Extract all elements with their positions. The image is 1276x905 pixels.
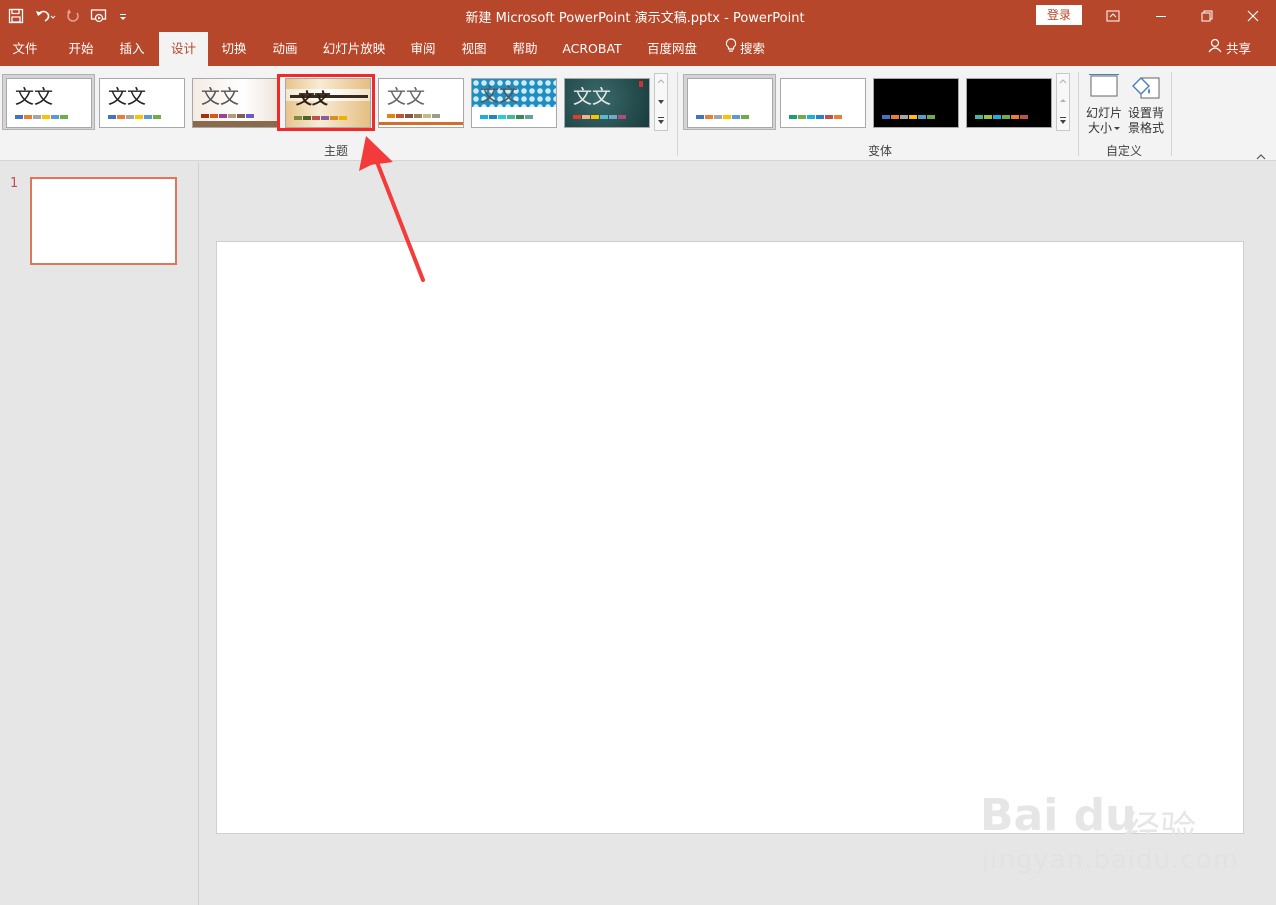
theme-sample-text: 文文 xyxy=(573,86,612,108)
theme-sample-text: 文文 xyxy=(108,86,147,108)
group-separator xyxy=(1171,72,1172,156)
theme-color-bars xyxy=(15,115,68,119)
gallery-arrows-icon xyxy=(657,79,665,124)
login-button[interactable]: 登录 xyxy=(1036,5,1082,25)
theme-color-bars xyxy=(387,114,440,118)
search-label: 搜索 xyxy=(739,41,765,56)
tab-acrobat[interactable]: ACROBAT xyxy=(556,32,628,66)
highlight-box xyxy=(277,74,375,131)
theme-color-bars xyxy=(108,115,161,119)
tab-home[interactable]: 开始 xyxy=(56,32,106,66)
theme-sample-text: 文文 xyxy=(480,84,519,106)
customize-group-label: 自定义 xyxy=(1105,144,1142,158)
tab-help[interactable]: 帮助 xyxy=(500,32,550,66)
theme-organic[interactable]: 文文 xyxy=(378,78,464,128)
format-background-button[interactable]: 设置背 景格式 xyxy=(1126,72,1166,136)
dropdown-arrow-icon xyxy=(1114,126,1120,130)
ribbon-tabs: 文件 开始 插入 设计 切换 动画 幻灯片放映 审阅 视图 帮助 ACROBAT… xyxy=(0,32,1276,66)
tell-me-search[interactable]: 搜索 xyxy=(718,32,772,66)
variant-color-bars xyxy=(882,115,935,119)
slide-size-button[interactable]: 幻灯片 大小 xyxy=(1084,72,1124,136)
collapse-ribbon-icon[interactable] xyxy=(1255,146,1267,165)
watermark-logo: Bai du xyxy=(980,790,1137,841)
variant-color-bars xyxy=(789,115,842,119)
slide-size-label-2: 大小 xyxy=(1087,121,1112,135)
theme-dark-teal[interactable]: 文文 xyxy=(564,78,650,128)
variant-1[interactable] xyxy=(687,78,773,128)
format-background-icon xyxy=(1132,77,1160,99)
theme-sample-text: 文文 xyxy=(387,86,426,108)
wood-strip xyxy=(193,121,277,127)
theme-red-marker xyxy=(639,81,643,87)
variant-3[interactable] xyxy=(873,78,959,128)
ribbon-display-options-icon[interactable] xyxy=(1090,0,1136,32)
group-separator xyxy=(1078,72,1079,156)
close-icon[interactable] xyxy=(1230,0,1276,32)
themes-group-label: 主题 xyxy=(323,144,348,158)
theme-color-bars xyxy=(573,115,626,119)
share-label: 共享 xyxy=(1226,41,1252,56)
slide-size-label: 幻灯片 xyxy=(1085,106,1122,120)
slide-thumbnail[interactable] xyxy=(30,177,177,265)
tab-transitions[interactable]: 切换 xyxy=(209,32,259,66)
theme-sample-text: 文文 xyxy=(201,86,240,108)
tab-baidu-netdisk[interactable]: 百度网盘 xyxy=(640,32,704,66)
variant-color-bars xyxy=(696,115,749,119)
theme-pattern-blue[interactable]: 文文 xyxy=(471,78,557,128)
person-icon xyxy=(1208,32,1222,66)
format-background-label-2: 景格式 xyxy=(1127,121,1164,135)
theme-color-bars xyxy=(201,114,254,118)
title-bar: 新建 Microsoft PowerPoint 演示文稿.pptx - Powe… xyxy=(0,0,1276,32)
theme-sample-text: 文文 xyxy=(15,86,54,108)
tab-review[interactable]: 审阅 xyxy=(398,32,448,66)
restore-icon[interactable] xyxy=(1184,0,1230,32)
variants-gallery-scroll[interactable] xyxy=(1056,73,1070,131)
theme-office[interactable]: 文文 xyxy=(6,78,92,128)
themes-gallery-scroll[interactable] xyxy=(654,73,668,131)
share-button[interactable]: 共享 xyxy=(1208,32,1251,66)
tab-slideshow[interactable]: 幻灯片放映 xyxy=(314,32,394,66)
gallery-arrows-icon xyxy=(1059,79,1067,124)
tab-file[interactable]: 文件 xyxy=(0,32,50,66)
slide-size-icon xyxy=(1089,74,1119,97)
minimize-icon[interactable] xyxy=(1138,0,1184,32)
variants-group-label: 变体 xyxy=(867,144,892,158)
tab-insert[interactable]: 插入 xyxy=(107,32,157,66)
theme-wood[interactable]: 文文 xyxy=(192,78,278,128)
lightbulb-icon xyxy=(725,32,737,66)
theme-office-2[interactable]: 文文 xyxy=(99,78,185,128)
tab-design[interactable]: 设计 xyxy=(159,32,208,66)
theme-color-bars xyxy=(480,115,533,119)
slides-pane xyxy=(0,162,199,905)
variant-color-bars xyxy=(975,115,1028,119)
group-separator xyxy=(677,72,678,156)
variant-2[interactable] xyxy=(780,78,866,128)
tab-view[interactable]: 视图 xyxy=(449,32,499,66)
slide-number: 1 xyxy=(10,176,19,191)
tab-animations[interactable]: 动画 xyxy=(260,32,310,66)
format-background-label: 设置背 xyxy=(1127,106,1164,120)
variant-4[interactable] xyxy=(966,78,1052,128)
watermark-url: jingyan.baidu.com xyxy=(982,845,1239,875)
theme-accent-line xyxy=(379,122,463,125)
slide-canvas[interactable] xyxy=(216,241,1244,834)
